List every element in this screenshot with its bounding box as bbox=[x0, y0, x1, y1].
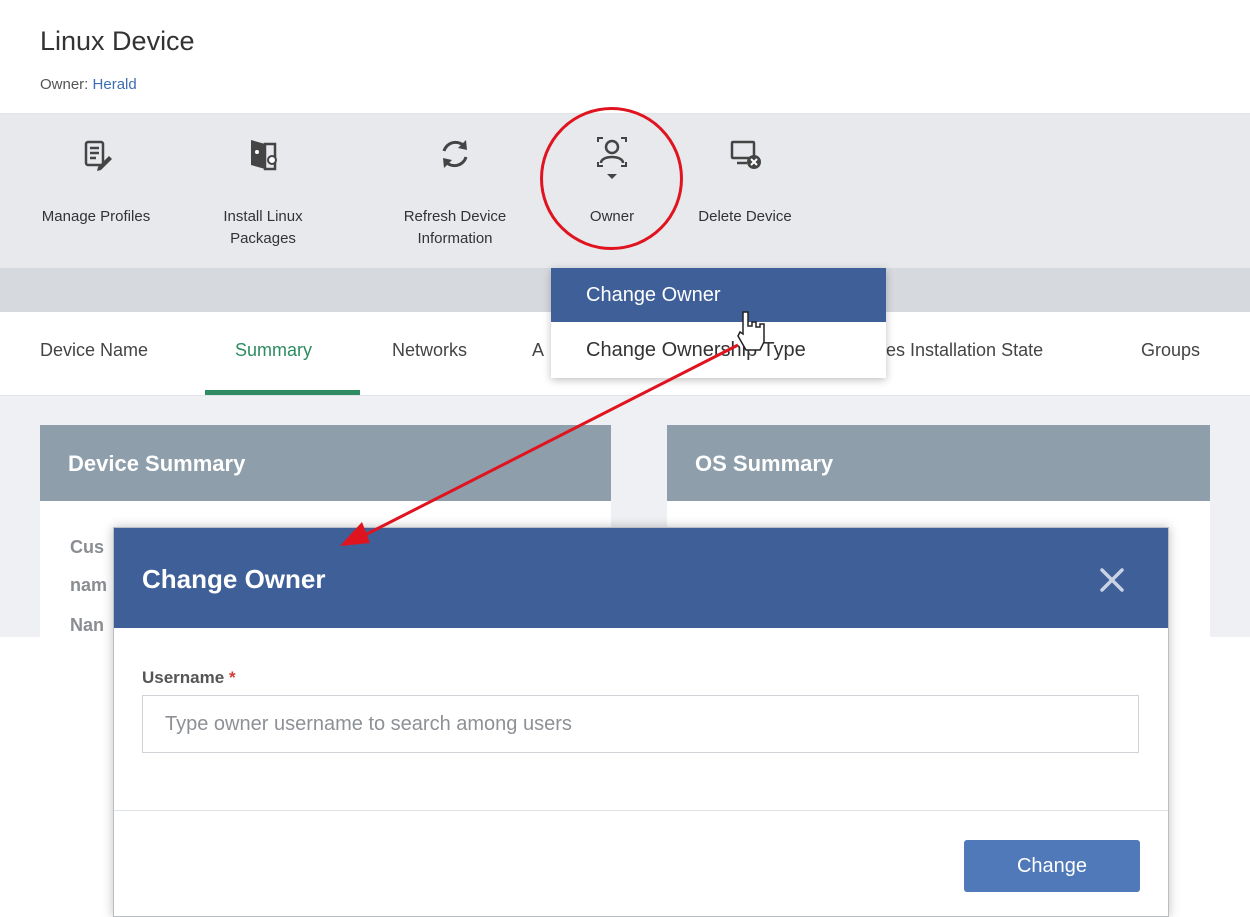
refresh-device-information-label: Refresh Device Information bbox=[403, 208, 507, 247]
change-button[interactable]: Change bbox=[964, 840, 1140, 892]
manage-profiles-icon bbox=[84, 140, 112, 171]
tab-networks[interactable]: Networks bbox=[392, 340, 467, 361]
device-summary-row: nam bbox=[70, 575, 108, 595]
device-summary-title: Device Summary bbox=[68, 451, 246, 476]
tab-device-name[interactable]: Device Name bbox=[40, 340, 148, 361]
tab-summary[interactable]: Summary bbox=[235, 340, 312, 361]
device-summary-row: Cus bbox=[70, 537, 105, 557]
dialog-header: Change Owner bbox=[114, 528, 1168, 628]
menu-item-change-ownership-type[interactable]: Change Ownership Type bbox=[551, 323, 886, 377]
install-linux-packages-icon bbox=[251, 140, 277, 171]
username-input[interactable] bbox=[142, 695, 1139, 753]
os-summary-title: OS Summary bbox=[695, 451, 834, 476]
manage-profiles-label: Manage Profiles bbox=[41, 208, 151, 225]
device-summary-row: Nan bbox=[70, 615, 105, 635]
menu-item-change-owner[interactable]: Change Owner bbox=[551, 268, 886, 322]
device-summary-header: Device Summary bbox=[40, 425, 611, 501]
tab-applications[interactable]: A bbox=[532, 340, 544, 361]
change-owner-dialog: Change Owner Username * Change bbox=[113, 527, 1169, 917]
tab-packages-installation-state[interactable]: es Installation State bbox=[886, 340, 1043, 361]
tab-groups[interactable]: Groups bbox=[1141, 340, 1200, 361]
active-tab-indicator bbox=[205, 390, 360, 395]
username-label-text: Username bbox=[142, 668, 225, 687]
highlight-circle bbox=[540, 107, 683, 250]
owner-line: Owner: Herald bbox=[40, 76, 137, 93]
install-linux-packages-button[interactable]: Install Linux Packages bbox=[188, 114, 338, 268]
close-icon[interactable] bbox=[1094, 562, 1130, 598]
dialog-divider bbox=[114, 810, 1168, 811]
refresh-device-information-button[interactable]: Refresh Device Information bbox=[380, 114, 530, 268]
username-field-label: Username * bbox=[142, 668, 236, 688]
install-linux-packages-label: Install Linux Packages bbox=[223, 208, 303, 247]
dialog-title: Change Owner bbox=[142, 564, 326, 594]
delete-device-label: Delete Device bbox=[698, 208, 792, 225]
page-title: Linux Device bbox=[40, 26, 195, 56]
owner-dropdown-menu: Change Owner Change Ownership Type bbox=[551, 268, 886, 378]
page-header: Linux Device Owner: Herald bbox=[0, 0, 1250, 114]
required-marker: * bbox=[228, 668, 236, 687]
owner-link[interactable]: Herald bbox=[93, 76, 137, 93]
refresh-icon bbox=[442, 140, 468, 168]
manage-profiles-button[interactable]: Manage Profiles bbox=[21, 114, 171, 268]
delete-device-button[interactable]: Delete Device bbox=[670, 114, 820, 268]
owner-label: Owner: bbox=[40, 76, 89, 93]
delete-device-icon bbox=[730, 140, 761, 169]
os-summary-header: OS Summary bbox=[667, 425, 1210, 501]
